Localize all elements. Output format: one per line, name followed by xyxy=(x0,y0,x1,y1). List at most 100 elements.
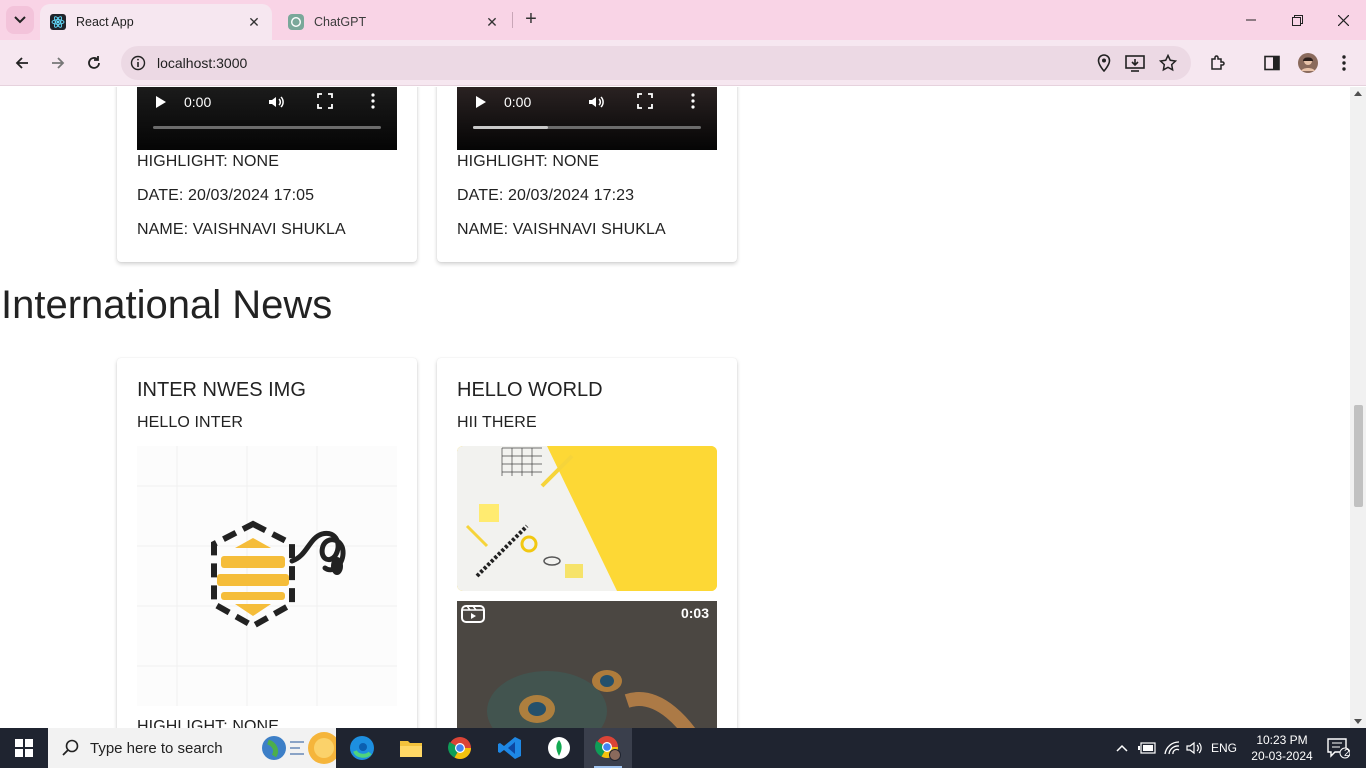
battery-status[interactable] xyxy=(1136,728,1158,768)
notification-count: 2 xyxy=(1344,748,1350,759)
install-app-icon[interactable] xyxy=(1124,52,1146,74)
highlight-text: HIGHLIGHT: NONE xyxy=(137,718,279,728)
close-tab-icon[interactable]: ✕ xyxy=(246,14,262,30)
side-panel-icon[interactable] xyxy=(1261,52,1283,74)
chrome-menu-icon[interactable] xyxy=(1333,52,1355,74)
tab-chatgpt[interactable]: ChatGPT ✕ xyxy=(278,4,510,40)
tab-separator xyxy=(512,12,513,28)
taskbar-edge[interactable] xyxy=(338,728,386,768)
speaker-icon xyxy=(1186,741,1202,755)
play-icon[interactable] xyxy=(476,96,486,108)
video-controls: 0:00 xyxy=(457,87,717,150)
tab-strip: React App ✕ ChatGPT ✕ + xyxy=(0,0,1366,40)
page-viewport: 0:00 HIGHLIGHT: NONE DATE: 20/03/2024 17… xyxy=(0,87,1350,728)
vscode-icon xyxy=(498,737,521,759)
video-time: 0:00 xyxy=(504,94,532,110)
restore-button[interactable] xyxy=(1274,0,1320,40)
name-text: NAME: VAISHNAVI SHUKLA xyxy=(457,221,666,238)
taskbar-vscode[interactable] xyxy=(486,728,534,768)
card-subtitle: HII THERE xyxy=(457,414,537,431)
chrome-profile-icon xyxy=(595,736,621,761)
network-status[interactable] xyxy=(1160,728,1184,768)
date-text: DATE: 20/03/2024 17:05 xyxy=(137,187,315,204)
play-icon[interactable] xyxy=(156,96,166,108)
scroll-up-icon[interactable] xyxy=(1354,91,1362,96)
reload-icon xyxy=(88,56,100,69)
close-tab-icon[interactable]: ✕ xyxy=(484,14,500,30)
video-progress-bar[interactable] xyxy=(153,126,381,129)
minimize-button[interactable] xyxy=(1228,0,1274,40)
close-window-button[interactable] xyxy=(1320,0,1366,40)
more-options-icon[interactable] xyxy=(691,93,695,109)
taskbar-chrome-profile[interactable] xyxy=(584,728,632,768)
chevron-down-icon xyxy=(14,16,26,24)
taskbar-file-explorer[interactable] xyxy=(387,728,435,768)
back-button[interactable] xyxy=(8,49,36,77)
search-placeholder: Type here to search xyxy=(90,739,223,757)
arrow-left-icon xyxy=(15,57,28,69)
tab-search-button[interactable] xyxy=(6,6,34,34)
reload-button[interactable] xyxy=(80,49,108,77)
bee-logo-image xyxy=(137,446,397,706)
more-options-icon[interactable] xyxy=(371,93,375,109)
video-progress-fill xyxy=(473,126,549,129)
fullscreen-icon[interactable] xyxy=(637,93,653,109)
clock[interactable]: 10:23 PM 20-03-2024 xyxy=(1244,728,1320,768)
show-hidden-icons[interactable] xyxy=(1112,728,1132,768)
bookmark-star-icon[interactable] xyxy=(1157,52,1179,74)
address-bar[interactable]: localhost:3000 xyxy=(121,46,1191,80)
site-info-icon[interactable] xyxy=(129,54,147,72)
minimize-icon xyxy=(1246,19,1256,21)
taskbar-chrome[interactable] xyxy=(436,728,484,768)
video-player[interactable]: 0:00 xyxy=(457,87,717,150)
scrollbar-thumb[interactable] xyxy=(1354,405,1363,507)
arrow-right-icon xyxy=(52,57,65,69)
edge-icon xyxy=(350,736,374,760)
close-icon xyxy=(1337,14,1349,26)
news-video[interactable]: 0:03 xyxy=(457,601,717,728)
fullscreen-icon[interactable] xyxy=(317,93,333,109)
scroll-down-icon[interactable] xyxy=(1354,719,1362,724)
volume-icon[interactable] xyxy=(267,93,285,111)
news-card: HELLO WORLD HII THERE 0:03 xyxy=(437,358,737,728)
card-title: INTER NWES IMG xyxy=(137,379,306,401)
start-button[interactable] xyxy=(0,728,48,768)
chrome-icon xyxy=(448,737,471,759)
wifi-icon xyxy=(1164,741,1180,755)
video-progress-bar[interactable] xyxy=(473,126,701,129)
news-image xyxy=(137,446,397,706)
chevron-up-icon xyxy=(1116,744,1128,752)
extensions-icon[interactable] xyxy=(1207,52,1229,74)
new-tab-button[interactable]: + xyxy=(520,8,542,30)
taskbar-search-box[interactable]: Type here to search xyxy=(48,728,336,768)
stationery-image xyxy=(457,446,717,591)
video-duration: 0:03 xyxy=(680,605,709,621)
input-language[interactable]: ENG xyxy=(1208,728,1240,768)
date-text: DATE: 20/03/2024 17:23 xyxy=(457,187,635,204)
folder-icon xyxy=(400,741,422,757)
profile-avatar[interactable] xyxy=(1297,52,1319,74)
volume-control[interactable] xyxy=(1184,728,1206,768)
clock-date: 20-03-2024 xyxy=(1251,749,1313,763)
battery-icon xyxy=(1138,742,1156,754)
chatgpt-icon xyxy=(288,14,304,30)
video-player[interactable]: 0:00 xyxy=(137,87,397,150)
video-controls: 0:00 xyxy=(137,87,397,150)
card-title: HELLO WORLD xyxy=(457,379,603,401)
taskbar-mongodb-compass[interactable] xyxy=(535,728,583,768)
forward-button[interactable] xyxy=(44,49,72,77)
location-icon[interactable] xyxy=(1093,52,1115,74)
clock-time: 10:23 PM xyxy=(1256,733,1308,747)
highlight-text: HIGHLIGHT: NONE xyxy=(457,153,599,170)
windows-icon xyxy=(15,739,33,757)
highlight-text: HIGHLIGHT: NONE xyxy=(137,153,279,170)
tab-react-app[interactable]: React App ✕ xyxy=(40,4,272,40)
card-subtitle: HELLO INTER xyxy=(137,414,244,431)
notification-center[interactable]: 2 xyxy=(1320,728,1356,768)
reel-icon xyxy=(461,605,485,623)
volume-icon[interactable] xyxy=(587,93,605,111)
peacock-feather-image xyxy=(457,601,717,728)
news-card: 0:00 HIGHLIGHT: NONE DATE: 20/03/2024 17… xyxy=(117,87,417,262)
page-scrollbar[interactable] xyxy=(1350,87,1366,728)
section-heading: International News xyxy=(1,283,333,327)
